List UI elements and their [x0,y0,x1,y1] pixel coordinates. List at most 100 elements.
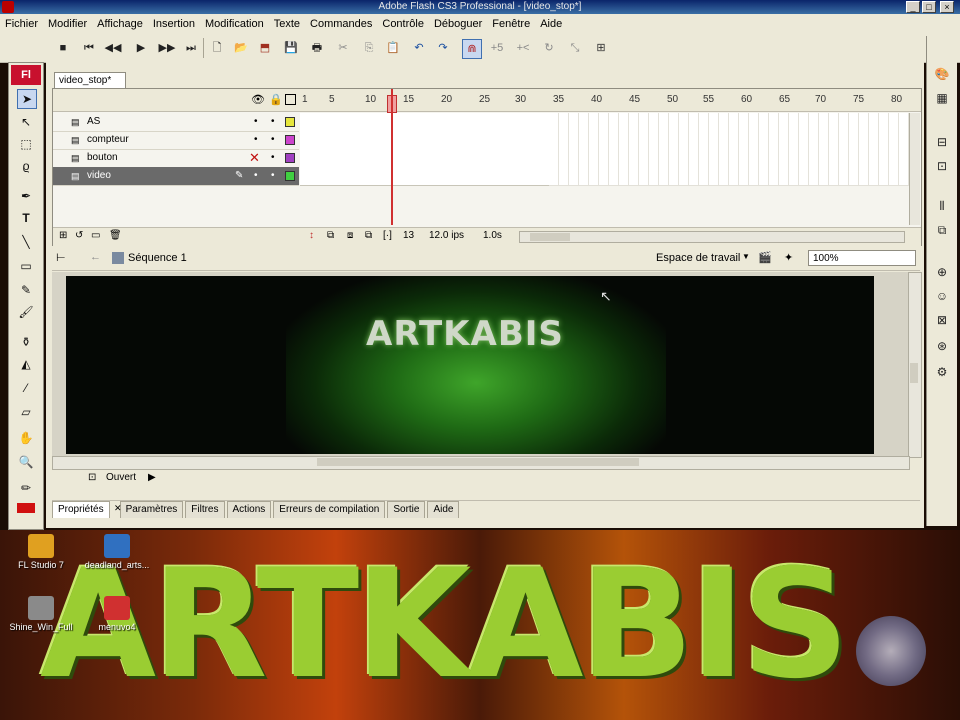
lock-dot[interactable]: • [271,167,275,185]
edit-symbol-icon[interactable]: ✦ [784,251,793,264]
hidden-x-icon[interactable]: ✕ [249,149,260,167]
play-icon[interactable]: ▶ [132,39,150,57]
desktop-icon-menuvo4[interactable]: menuvo4 [82,596,152,632]
lock-dot[interactable]: • [271,113,275,131]
app-icon[interactable] [2,1,14,13]
eyedropper-tool-icon[interactable]: ⁄ [17,379,35,397]
pen-tool-icon[interactable]: ✒ [17,187,35,205]
rotate-icon[interactable]: ↻ [540,39,558,57]
frames-video[interactable] [300,167,549,186]
visibility-dot[interactable]: • [254,113,258,131]
edit-scene-icon[interactable]: 🎬 [758,251,772,264]
stop-icon[interactable]: ■ [54,39,72,57]
layer-color-swatch[interactable] [285,117,295,127]
accessibility-icon[interactable]: ☺ [932,286,952,306]
step-back-icon[interactable]: ◀◀ [104,39,122,57]
empty-frames[interactable] [549,149,909,168]
frames-compteur[interactable] [300,131,549,150]
free-transform-tool-icon[interactable]: ⬚ [17,135,35,153]
lasso-tool-icon[interactable]: ϱ [17,157,35,175]
insert-layer-icon[interactable]: ⊞ [59,230,67,241]
stroke-color-icon[interactable]: ✏ [17,479,35,497]
stage-vscroll[interactable] [908,272,922,458]
zoom-field[interactable]: 100% [808,250,916,266]
visibility-dot[interactable]: • [254,167,258,185]
redo-icon[interactable]: ↷ [434,39,452,57]
behaviors-icon[interactable]: ⚙ [932,362,952,382]
smooth-icon[interactable]: +5 [488,39,506,57]
scroll-thumb[interactable] [530,233,570,241]
desktop-icon-shine[interactable]: Shine_Win_Full [6,596,76,632]
tab-erreurs[interactable]: Erreurs de compilation [273,501,386,518]
workspace-dropdown[interactable]: Espace de travail [656,252,740,264]
actions-panel-icon[interactable]: ⊡ [88,470,96,486]
stage-hscroll[interactable] [52,456,910,470]
tab-sortie[interactable]: Sortie [387,501,426,518]
menu-fenetre[interactable]: Fenêtre [487,14,535,34]
bridge-icon[interactable]: ⬒ [256,39,274,57]
edit-multiple-icon[interactable]: ⧉ [365,230,372,241]
components-icon[interactable]: ⧉ [932,220,952,240]
pencil-tool-icon[interactable]: ✎ [17,281,35,299]
tab-filtres[interactable]: Filtres [185,501,225,518]
print-icon[interactable]: 🖶 [308,39,326,57]
align-icon[interactable]: ⊞ [592,39,610,57]
menu-commandes[interactable]: Commandes [305,14,377,34]
menu-affichage[interactable]: Affichage [92,14,148,34]
desktop-icon-deadland[interactable]: deadland_arts... [82,534,152,570]
new-file-icon[interactable]: 🗋 [208,39,226,57]
menu-modifier[interactable]: Modifier [43,14,92,34]
onion-outline-icon[interactable]: ⧈ [347,230,353,241]
scroll-thumb[interactable] [317,458,639,466]
layer-row-as[interactable]: ▤ AS • • [53,113,299,132]
color-panel-icon[interactable]: 🎨 [932,64,952,84]
outline-icon[interactable] [285,94,296,105]
tab-parametres[interactable]: Paramètres [119,501,184,518]
menu-fichier[interactable]: Fichier [0,14,43,34]
layer-color-swatch[interactable] [285,135,295,145]
lock-dot[interactable]: • [271,149,275,167]
motion-guide-icon[interactable]: ↺ [75,230,83,241]
web-services-icon[interactable]: ⊛ [932,336,952,356]
chevron-down-icon[interactable]: ▼ [742,252,750,261]
layer-color-swatch[interactable] [285,171,295,181]
ink-bottle-tool-icon[interactable]: ⚱ [17,333,35,351]
actions-panel-label[interactable]: Ouvert [106,470,136,486]
center-frame-icon[interactable]: ↕ [309,230,314,241]
brush-tool-icon[interactable]: 🖌 [17,303,35,321]
step-forward-icon[interactable]: ▶▶ [158,39,176,57]
onion-markers-icon[interactable]: [·] [383,230,392,241]
frames-as[interactable] [300,113,549,132]
open-folder-icon[interactable]: 📂 [232,39,250,57]
snap-magnet-icon[interactable]: ⋒ [462,39,482,59]
expand-arrow-icon[interactable]: ▶ [148,470,156,486]
scale-icon[interactable]: ⤡ [566,39,584,57]
selection-tool-icon[interactable]: ➤ [17,89,37,109]
menu-deboguer[interactable]: Déboguer [429,14,487,34]
empty-frames[interactable] [549,131,909,150]
undo-icon[interactable]: ↶ [410,39,428,57]
close-tab-icon[interactable]: ✕ [114,503,122,514]
back-arrow-icon[interactable]: ← [90,251,101,263]
menu-aide[interactable]: Aide [535,14,567,34]
rectangle-tool-icon[interactable]: ▭ [17,257,35,275]
close-button[interactable]: × [940,1,954,13]
copy-icon[interactable]: ⎘ [360,39,378,57]
maximize-button[interactable]: □ [922,1,936,13]
desktop-icon-fl-studio[interactable]: FL Studio 7 [6,534,76,570]
timeline-hscroll[interactable] [519,231,905,243]
align-panel-icon[interactable]: ⊟ [932,132,952,152]
fill-color-swatch[interactable] [17,503,35,513]
save-icon[interactable]: 💾 [282,39,300,57]
scroll-thumb[interactable] [910,363,918,383]
folder-icon[interactable]: ▭ [91,230,100,241]
trash-icon[interactable]: 🗑 [109,230,122,241]
lock-dot[interactable]: • [271,131,275,149]
tab-aide[interactable]: Aide [427,501,460,518]
zoom-tool-icon[interactable]: 🔍 [17,453,35,471]
layer-row-bouton[interactable]: ▤ bouton ✕ • [53,149,299,168]
swatches-icon[interactable]: ▦ [932,88,952,108]
rewind-icon[interactable]: ⏮ [80,39,98,57]
visibility-dot[interactable]: • [254,131,258,149]
layer-color-swatch[interactable] [285,153,295,163]
